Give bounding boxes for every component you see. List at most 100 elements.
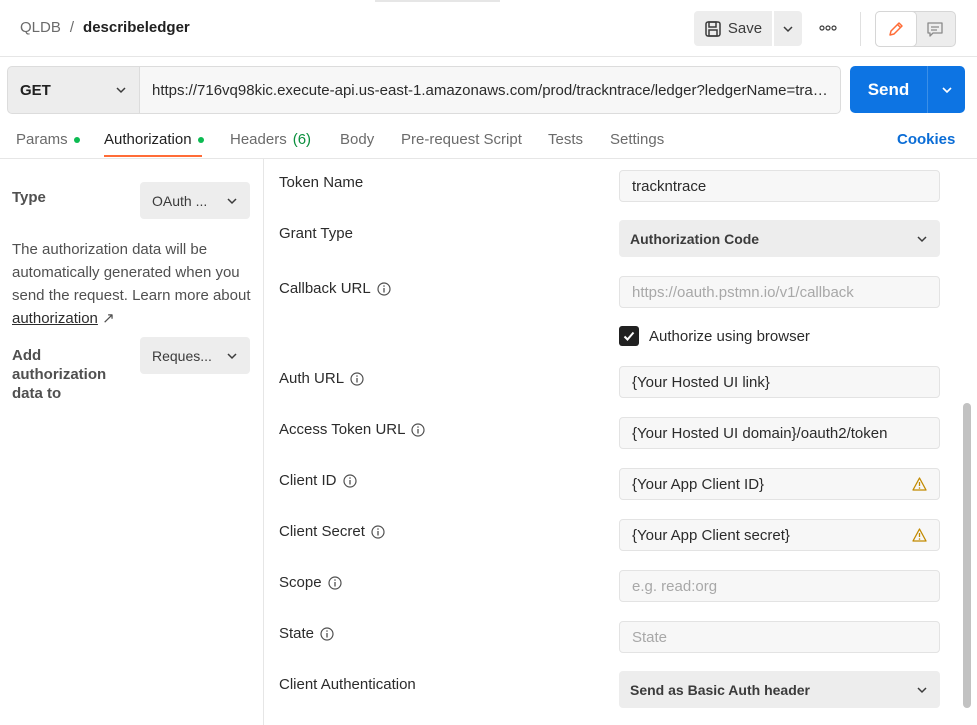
client-secret-input[interactable]: {Your App Client secret} [619,519,940,551]
breadcrumb-collection[interactable]: QLDB [20,19,61,36]
save-icon [705,20,721,37]
scope-label: Scope [279,574,342,591]
tab-authorization[interactable]: Authorization [104,131,204,148]
edit-icon [889,22,903,36]
scope-input[interactable]: e.g. read:org [619,570,940,602]
client-auth-label-text: Client Authentication [279,676,416,693]
auth-type-value: OAuth ... [152,192,208,209]
active-tab-underline [104,155,202,157]
tab-prerequest-script[interactable]: Pre-request Script [401,131,522,148]
send-options-button[interactable] [928,66,965,113]
state-input[interactable]: State [619,621,940,653]
client-id-value: {Your App Client ID} [632,475,765,493]
tab-params[interactable]: Params [16,131,80,148]
access-token-url-input[interactable]: {Your Hosted UI domain}/oauth2/token [619,417,940,449]
auth-type-label: Type [12,189,46,206]
warning-icon [912,477,927,491]
breadcrumb-separator: / [69,19,75,36]
client-id-input[interactable]: {Your App Client ID} [619,468,940,500]
info-icon[interactable] [411,422,426,437]
client-auth-select[interactable]: Send as Basic Auth header [619,671,940,708]
add-auth-data-select[interactable]: Reques... [140,337,250,374]
access-token-url-label-text: Access Token URL [279,421,406,438]
info-icon[interactable] [320,626,334,641]
request-tabs: Params Authorization Headers (6) Body Pr… [0,126,977,159]
scope-label-text: Scope [279,574,322,591]
save-label: Save [727,20,763,37]
chevron-down-icon [917,686,927,693]
warning-icon [912,528,927,542]
authorize-browser-row: Authorize using browser [619,326,810,346]
scrollbar-thumb[interactable] [963,403,971,708]
url-input[interactable]: https://716vq98kic.execute-api.us-east-1… [139,66,841,114]
token-name-input[interactable]: trackntrace [619,170,940,202]
auth-url-label: Auth URL [279,370,364,387]
params-status-dot [73,136,80,143]
grant-type-select[interactable]: Authorization Code [619,220,940,257]
info-icon[interactable] [371,524,385,539]
check-icon [623,331,635,341]
auth-type-panel: Type OAuth ... The authorization data wi… [0,159,264,725]
info-icon[interactable] [350,371,364,386]
method-select[interactable]: GET [7,66,139,114]
auth-description-text: The authorization data will be automatic… [12,241,251,304]
callback-url-placeholder: https://oauth.pstmn.io/v1/callback [632,283,854,301]
auth-url-label-text: Auth URL [279,370,345,387]
token-name-label: Token Name [279,174,363,191]
save-options-button[interactable] [774,11,802,46]
callback-url-input[interactable]: https://oauth.pstmn.io/v1/callback [619,276,940,308]
tab-authorization-label: Authorization [104,131,192,148]
cookies-link[interactable]: Cookies [897,131,955,148]
save-group: Save [694,11,802,46]
client-id-label: Client ID [279,472,357,489]
grant-type-label: Grant Type [279,225,353,242]
authorize-browser-label[interactable]: Authorize using browser [649,328,810,345]
grant-type-label-text: Grant Type [279,225,353,242]
send-button[interactable]: Send [850,66,927,113]
request-header-bar: QLDB / describeledger Save [0,0,977,57]
chevron-down-icon [227,352,237,359]
add-auth-data-value: Reques... [152,347,212,364]
token-name-label-text: Token Name [279,174,364,191]
access-token-url-label: Access Token URL [279,421,426,438]
save-button[interactable]: Save [694,11,772,46]
authorize-browser-checkbox[interactable] [619,326,639,346]
tab-tests[interactable]: Tests [548,131,583,148]
auth-url-input[interactable]: {Your Hosted UI link} [619,366,940,398]
info-icon[interactable] [327,575,342,590]
more-icon [819,25,837,31]
auth-type-select[interactable]: OAuth ... [140,182,250,219]
scope-placeholder: e.g. read:org [632,577,718,595]
learn-more-link[interactable]: authorization [12,310,98,327]
tab-headers-label: Headers [230,131,287,148]
url-value: https://716vq98kic.execute-api.us-east-1… [152,81,828,99]
method-value: GET [20,81,51,99]
external-link-icon: ↗ [102,310,115,327]
view-mode-toggle [875,11,956,47]
chevron-down-icon [227,197,237,204]
tab-body[interactable]: Body [340,131,374,148]
client-secret-value: {Your App Client secret} [632,526,790,544]
tab-settings[interactable]: Settings [610,131,664,148]
auth-description: The authorization data will be automatic… [12,238,257,330]
tab-headers[interactable]: Headers (6) [230,131,311,148]
request-name[interactable]: describeledger [83,19,190,36]
chevron-down-icon [116,87,126,94]
tab-params-label: Params [16,131,68,148]
authorization-status-dot [197,136,204,143]
comments-mode-button[interactable] [916,12,956,46]
chevron-down-icon [941,86,952,93]
edit-mode-button[interactable] [876,12,916,46]
callback-url-label: Callback URL [279,280,391,297]
more-actions-button[interactable] [814,18,842,38]
client-secret-label: Client Secret [279,523,385,540]
auth-url-value: {Your Hosted UI link} [632,373,770,391]
info-icon[interactable] [342,473,357,488]
breadcrumb: QLDB / describeledger [20,19,190,36]
grant-type-value: Authorization Code [630,230,760,247]
send-group: Send [850,66,965,113]
callback-url-label-text: Callback URL [279,280,371,297]
chevron-down-icon [783,25,793,32]
info-icon[interactable] [377,281,391,296]
tab-prerequest-label: Pre-request Script [401,131,522,148]
